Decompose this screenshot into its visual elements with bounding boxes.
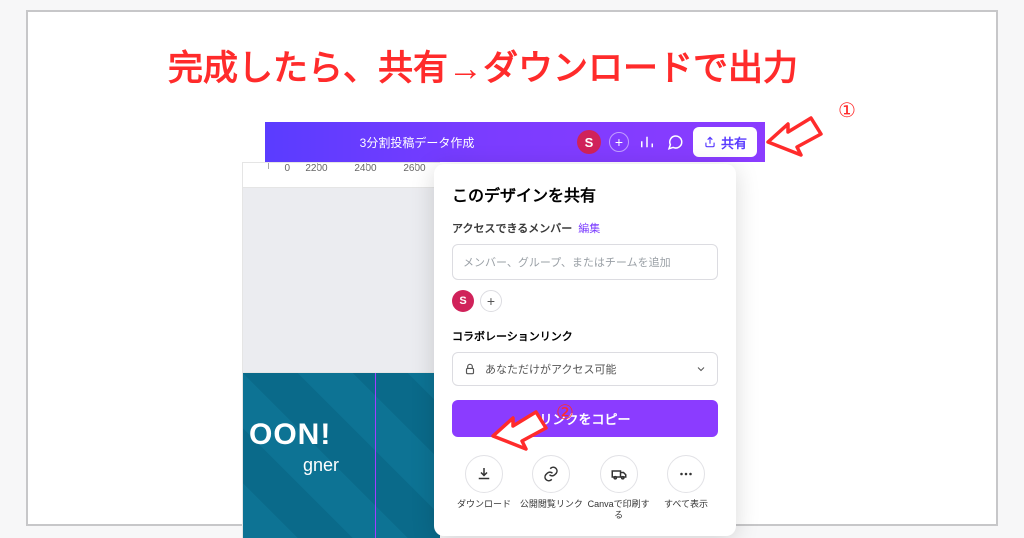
slide-heading-text: OON! [249,418,331,452]
access-heading: アクセスできるメンバー 編集 [452,220,718,236]
instruction-headline: 完成したら、共有→ダウンロードで出力 [168,40,798,91]
access-heading-label: アクセスできるメンバー [452,220,572,236]
user-avatar[interactable]: S [577,130,601,154]
design-title[interactable]: 3分割投稿データ作成 [265,134,569,151]
ruler-mark: 2600 [390,163,439,187]
access-level-select[interactable]: あなただけがアクセス可能 [452,352,718,386]
print-action[interactable]: Canvaで印刷する [587,455,651,522]
analytics-icon[interactable] [637,132,657,152]
share-panel: このデザインを共有 アクセスできるメンバー 編集 メンバー、グループ、またはチー… [434,164,736,536]
more-caption: すべて表示 [664,499,708,510]
canvas-preview[interactable]: OON! gner [242,372,440,538]
print-caption: Canvaで印刷する [587,499,651,522]
link-icon [532,455,570,493]
share-button-label: 共有 [721,133,747,152]
collab-link-label: コラボレーションリンク [452,328,718,344]
ruler-mark: 2400 [341,163,390,187]
public-link-action[interactable]: 公開閲覧リンク [519,455,583,522]
more-action[interactable]: すべて表示 [654,455,718,522]
member-input[interactable]: メンバー、グループ、またはチームを追加 [452,244,718,280]
truck-icon [600,455,638,493]
ruler-mark: 2200 [292,163,341,187]
download-action[interactable]: ダウンロード [452,455,516,522]
member-chips: S + [452,290,718,312]
add-member-icon[interactable]: + [480,290,502,312]
canvas-empty-area [242,188,440,372]
annotation-arrow-1 [763,108,843,163]
chevron-down-icon [695,363,707,375]
download-caption: ダウンロード [457,499,511,510]
member-avatar[interactable]: S [452,290,474,312]
canva-header: 3分割投稿データ作成 S + 共有 [265,122,765,162]
share-panel-title: このデザインを共有 [452,182,718,206]
share-button[interactable]: 共有 [693,127,757,157]
ruler: 0 2200 2400 2600 [242,162,440,188]
share-action-grid: ダウンロード 公開閲覧リンク Canvaで印 [452,455,718,522]
lock-icon [463,362,477,376]
ruler-mark: 0 [243,163,292,187]
comment-icon[interactable] [665,132,685,152]
public-link-caption: 公開閲覧リンク [520,499,583,510]
access-select-value: あなただけがアクセス可能 [485,361,616,377]
add-member-plus-icon[interactable]: + [609,132,629,152]
download-icon [465,455,503,493]
annotation-step-1: ① [838,98,862,122]
more-icon [667,455,705,493]
annotation-step-2: ② [556,400,580,424]
slide-sub-text: gner [303,455,339,476]
access-edit-link[interactable]: 編集 [578,220,600,236]
